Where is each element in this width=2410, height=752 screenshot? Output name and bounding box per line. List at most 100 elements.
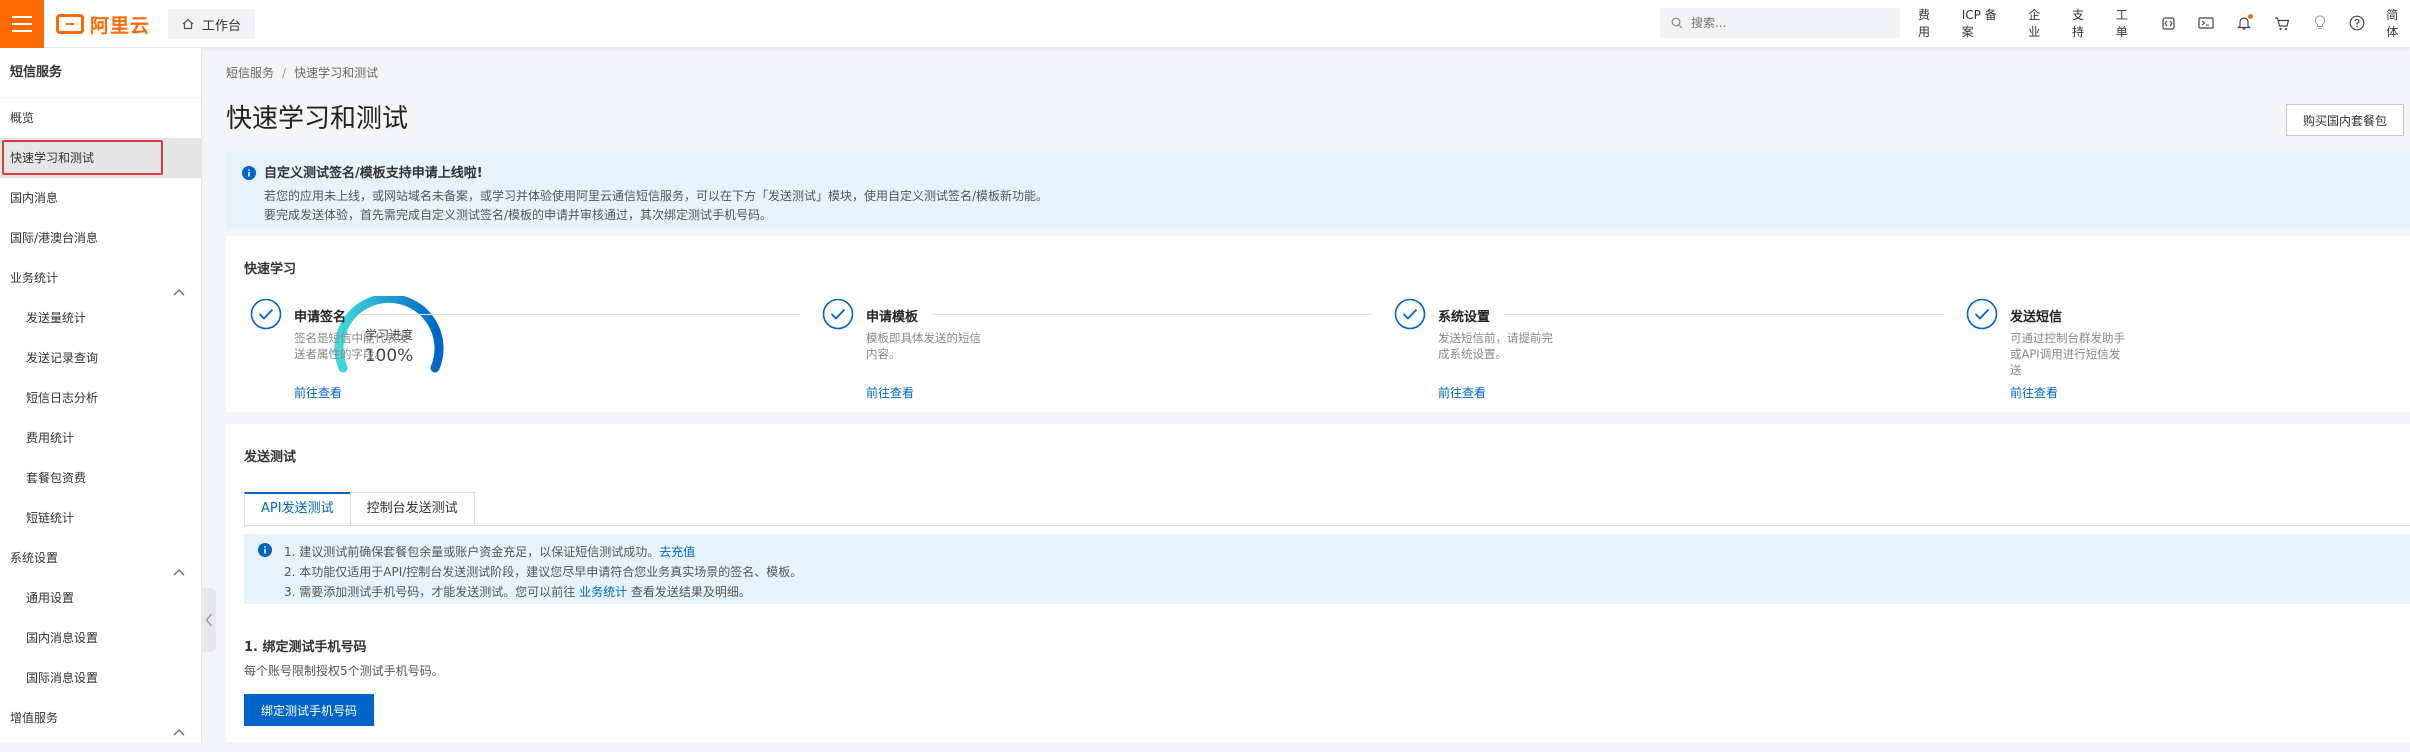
- nav-enterprise[interactable]: 企业: [2028, 6, 2052, 40]
- page-title: 快速学习和测试: [226, 104, 409, 134]
- sidebar-item-label: 发送记录查询: [26, 351, 99, 365]
- check-circle-icon: [1394, 298, 1426, 330]
- sidebar-item-label: 费用统计: [26, 431, 75, 445]
- send-test-card: 发送测试 API发送测试 控制台发送测试 1. 建议测试前确保套餐包余量或账户资…: [226, 424, 2410, 742]
- step-title: 发送短信: [2010, 310, 2063, 325]
- check-circle-icon: [822, 298, 854, 330]
- breadcrumb: 短信服务 / 快速学习和测试: [226, 64, 378, 81]
- sidebar-title: 短信服务: [0, 48, 201, 98]
- tab-api-test[interactable]: API发送测试: [244, 492, 351, 526]
- language-switch[interactable]: 简体: [2386, 6, 2410, 40]
- tip-line: 1. 建议测试前确保套餐包余量或账户资金充足，以保证短信测试成功。去充值: [284, 542, 2410, 562]
- notice-line-1: 若您的应用未上线，或网站域名未备案，或学习并体验使用阿里云通信短信服务，可以在下…: [264, 189, 1049, 203]
- workbench-button[interactable]: 工作台: [168, 9, 256, 39]
- top-bar: 阿里云 工作台 费用 ICP 备案 企业 支持 工单: [0, 0, 2410, 48]
- home-icon: [182, 18, 194, 30]
- sidebar-item[interactable]: 业务统计: [0, 258, 201, 298]
- sidebar-item-label: 国内消息设置: [26, 631, 99, 645]
- sidebar-item-label: 国际消息设置: [26, 671, 99, 685]
- sidebar-item-label: 短信日志分析: [26, 391, 99, 405]
- bind-phone-button[interactable]: 绑定测试手机号码: [244, 694, 374, 726]
- send-test-tabs: API发送测试 控制台发送测试: [244, 492, 475, 526]
- step-view-link[interactable]: 前往查看: [2010, 384, 2058, 401]
- send-test-title: 发送测试: [244, 450, 297, 465]
- workbench-label: 工作台: [202, 18, 242, 34]
- top-nav: 费用 ICP 备案 企业 支持 工单 简体: [1918, 0, 2410, 46]
- help-icon[interactable]: [2348, 14, 2366, 32]
- step-title: 申请模板: [866, 310, 919, 325]
- check-circle-icon: [250, 298, 282, 330]
- menu-icon[interactable]: [0, 0, 44, 48]
- sidebar-item[interactable]: 快速学习和测试: [0, 138, 201, 178]
- sidebar-item-label: 概览: [10, 111, 35, 125]
- sidebar-item[interactable]: 发送量统计: [0, 298, 201, 338]
- breadcrumb-sep: /: [282, 66, 287, 80]
- search-input[interactable]: [1691, 16, 1881, 30]
- step-view-link[interactable]: 前往查看: [294, 384, 342, 401]
- recharge-link[interactable]: 去充值: [659, 545, 695, 559]
- step-desc: 可通过控制台群发助手或API调用进行短信发送: [2010, 331, 2125, 377]
- quick-learn-title: 快速学习: [244, 262, 297, 277]
- sidebar-item[interactable]: 短链统计: [0, 498, 201, 538]
- step-view-link[interactable]: 前往查看: [866, 384, 914, 401]
- bell-icon[interactable]: [2235, 14, 2253, 32]
- nav-support[interactable]: 支持: [2072, 6, 2096, 40]
- sidebar-item[interactable]: 国内消息: [0, 178, 201, 218]
- tip-text: 查看发送结果及明细。: [627, 585, 751, 599]
- aliyun-logo-icon: [56, 14, 84, 34]
- lightbulb-icon[interactable]: [2311, 14, 2329, 32]
- sidebar-item-label: 业务统计: [10, 271, 59, 285]
- sidebar-item[interactable]: 系统设置: [0, 538, 201, 578]
- sidebar-item[interactable]: 发送记录查询: [0, 338, 201, 378]
- nav-fee[interactable]: 费用: [1918, 6, 1942, 40]
- step-view-link[interactable]: 前往查看: [1438, 384, 1486, 401]
- sidebar-item[interactable]: 通用设置: [0, 578, 201, 618]
- cart-icon[interactable]: [2273, 14, 2291, 32]
- chevron-up-icon: [173, 712, 185, 752]
- code-icon[interactable]: [2159, 14, 2177, 32]
- sidebar-item[interactable]: 增值服务: [0, 698, 201, 738]
- sidebar-item[interactable]: 国际/港澳台消息: [0, 218, 201, 258]
- sidebar-item[interactable]: 套餐包资费: [0, 458, 201, 498]
- sidebar-item[interactable]: 国际消息设置: [0, 658, 201, 698]
- notice-line-2: 要完成发送体验，首先需完成自定义测试签名/模板的申请并审核通过，其次绑定测试手机…: [264, 208, 773, 222]
- tips-banner: 1. 建议测试前确保套餐包余量或账户资金充足，以保证短信测试成功。去充值 2. …: [244, 534, 2410, 604]
- sidebar-item[interactable]: 短信日志分析: [0, 378, 201, 418]
- bind-phone-title: 1. 绑定测试手机号码: [244, 640, 367, 655]
- business-stats-link[interactable]: 业务统计: [579, 585, 627, 599]
- tip-text: 1. 建议测试前确保套餐包余量或账户资金充足，以保证短信测试成功。: [284, 545, 660, 559]
- search-box[interactable]: [1660, 8, 1900, 38]
- active-highlight: [2, 140, 163, 175]
- breadcrumb-current: 快速学习和测试: [294, 66, 379, 80]
- buy-package-button[interactable]: 购买国内套餐包: [2286, 104, 2404, 136]
- notice-title: 自定义测试签名/模板支持申请上线啦!: [264, 166, 483, 181]
- info-icon: [242, 166, 256, 183]
- nav-ticket[interactable]: 工单: [2116, 6, 2140, 40]
- tab-divider: [244, 525, 2410, 526]
- sidebar-item[interactable]: 概览: [0, 98, 201, 138]
- notification-dot: [2247, 14, 2253, 19]
- tip-text: 3. 需要添加测试手机号码，才能发送测试。您可以前往: [284, 585, 580, 599]
- tip-line: 2. 本功能仅适用于API/控制台发送测试阶段，建议您尽早申请符合您业务真实场景…: [284, 562, 2410, 582]
- nav-icp[interactable]: ICP 备案: [1962, 6, 2008, 40]
- step-desc: 发送短信前，请提前完成系统设置。: [1438, 331, 1553, 361]
- sidebar: 短信服务 概览快速学习和测试国内消息国际/港澳台消息 业务统计发送量统计发送记录查…: [0, 48, 202, 742]
- check-circle-icon: [1966, 298, 1998, 330]
- sidebar-item-label: 国际/港澳台消息: [10, 231, 99, 245]
- bind-phone-desc: 每个账号限制授权5个测试手机号码。: [244, 664, 444, 678]
- sidebar-item-label: 发送量统计: [26, 311, 87, 325]
- step-title: 申请签名: [294, 310, 347, 325]
- step-desc: 签名是短信中能代表发送者属性的字段。: [294, 331, 409, 361]
- sidebar-item[interactable]: 费用统计: [0, 418, 201, 458]
- terminal-icon[interactable]: [2197, 14, 2215, 32]
- logo[interactable]: 阿里云: [56, 11, 150, 37]
- breadcrumb-root[interactable]: 短信服务: [226, 66, 274, 80]
- logo-text: 阿里云: [90, 14, 151, 37]
- tab-console-test[interactable]: 控制台发送测试: [349, 492, 475, 526]
- info-icon: [258, 543, 272, 560]
- step-title: 系统设置: [1438, 310, 1491, 325]
- search-icon: [1671, 14, 1683, 33]
- sidebar-item-label: 国内消息: [10, 191, 59, 205]
- step-connector: [360, 314, 800, 315]
- sidebar-item[interactable]: 国内消息设置: [0, 618, 201, 658]
